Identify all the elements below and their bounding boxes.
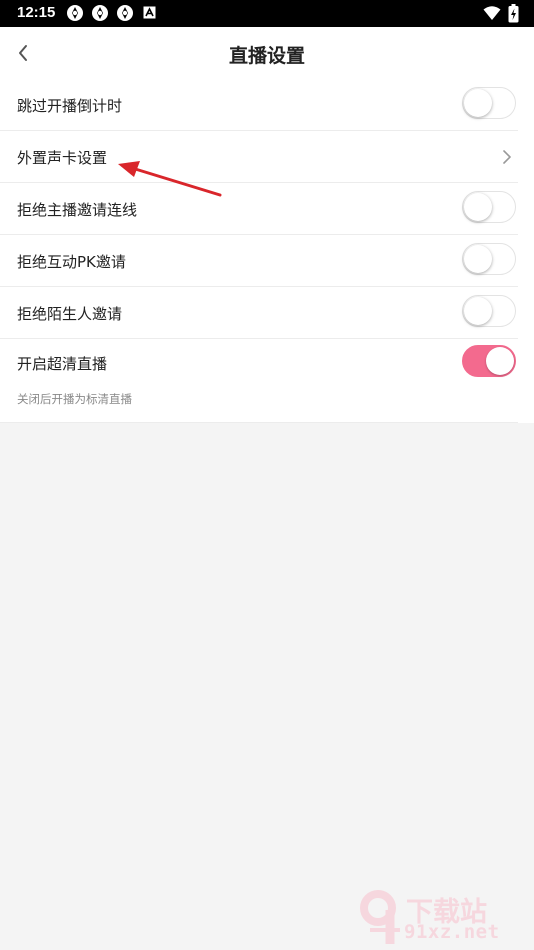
aperture-icon — [117, 5, 133, 21]
skip-countdown-toggle[interactable] — [462, 87, 516, 119]
setting-reject-stranger-invite: 拒绝陌生人邀请 — [0, 287, 518, 339]
watermark-logo-icon — [360, 890, 400, 944]
settings-list: 跳过开播倒计时 外置声卡设置 拒绝主播邀请连线 拒绝互动PK邀请 拒绝陌生人邀请… — [0, 79, 534, 423]
setting-reject-pk-invite: 拒绝互动PK邀请 — [0, 235, 518, 287]
setting-label: 拒绝主播邀请连线 — [17, 201, 138, 219]
page-title: 直播设置 — [228, 45, 305, 67]
setting-label: 跳过开播倒计时 — [17, 97, 123, 115]
setting-reject-host-link: 拒绝主播邀请连线 — [0, 183, 518, 235]
toggle-knob — [464, 245, 492, 273]
status-time: 12:15 — [17, 4, 56, 21]
setting-hd-live: 开启超清直播 关闭后开播为标清直播 — [0, 339, 518, 423]
toggle-knob — [464, 89, 492, 117]
status-bar: 12:15 — [0, 0, 534, 27]
setting-label: 拒绝陌生人邀请 — [17, 305, 123, 323]
reject-stranger-invite-toggle[interactable] — [462, 295, 516, 327]
keyboard-a-icon — [143, 6, 156, 19]
toggle-knob — [486, 347, 514, 375]
setting-label: 拒绝互动PK邀请 — [17, 253, 126, 271]
aperture-icon — [67, 5, 83, 21]
chevron-right-icon[interactable] — [500, 148, 514, 166]
toggle-knob — [464, 193, 492, 221]
wifi-icon — [483, 6, 501, 20]
reject-pk-invite-toggle[interactable] — [462, 243, 516, 275]
setting-label: 开启超清直播 — [17, 355, 108, 373]
reject-host-link-toggle[interactable] — [462, 191, 516, 223]
setting-skip-countdown: 跳过开播倒计时 — [0, 79, 518, 131]
header: 直播设置 — [0, 27, 534, 79]
watermark: 下载站 91xz.net — [360, 888, 530, 948]
toggle-knob — [464, 297, 492, 325]
battery-charging-icon — [508, 4, 519, 23]
aperture-icon — [92, 5, 108, 21]
setting-description: 关闭后开播为标清直播 — [17, 392, 132, 406]
watermark-url: 91xz.net — [404, 921, 500, 943]
setting-label: 外置声卡设置 — [17, 149, 108, 167]
setting-external-sound-card[interactable]: 外置声卡设置 — [0, 131, 518, 183]
hd-live-toggle[interactable] — [462, 345, 516, 377]
